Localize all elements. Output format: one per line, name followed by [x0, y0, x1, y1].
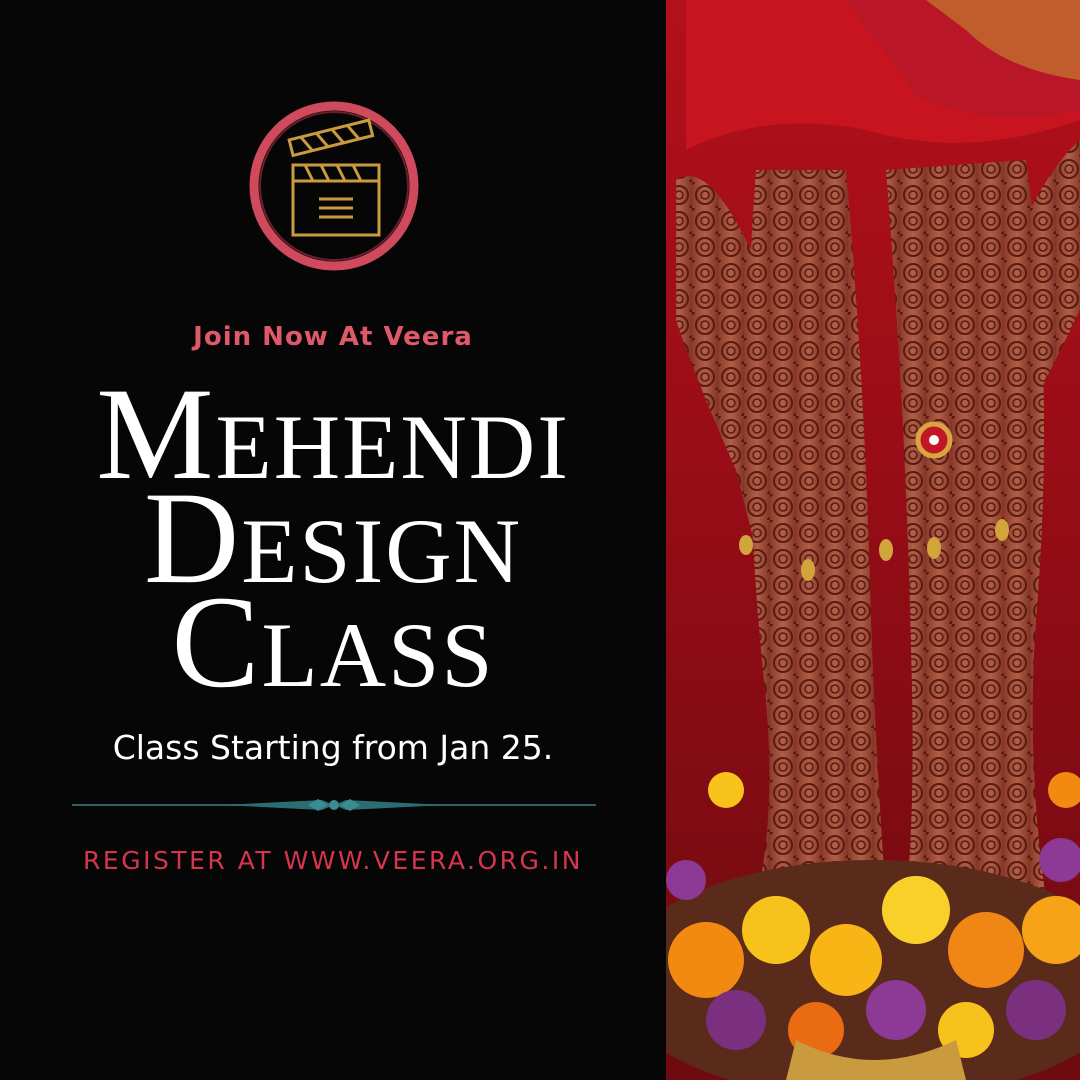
title-line-3: Class: [171, 568, 495, 715]
eyebrow-text: Join Now At Veera: [193, 322, 473, 352]
mehendi-photo: [666, 0, 1080, 1080]
text-panel: Join Now At Veera Mehendi Design Class C…: [0, 0, 666, 1080]
clapperboard-icon: [249, 101, 419, 271]
poster: Join Now At Veera Mehendi Design Class C…: [0, 0, 1080, 1080]
ornamental-divider: [72, 799, 596, 811]
register-link-text: REGISTER AT WWW.VEERA.ORG.IN: [83, 846, 583, 875]
start-date-text: Class Starting from Jan 25.: [112, 728, 554, 767]
page-title: Mehendi Design Class: [0, 368, 666, 715]
